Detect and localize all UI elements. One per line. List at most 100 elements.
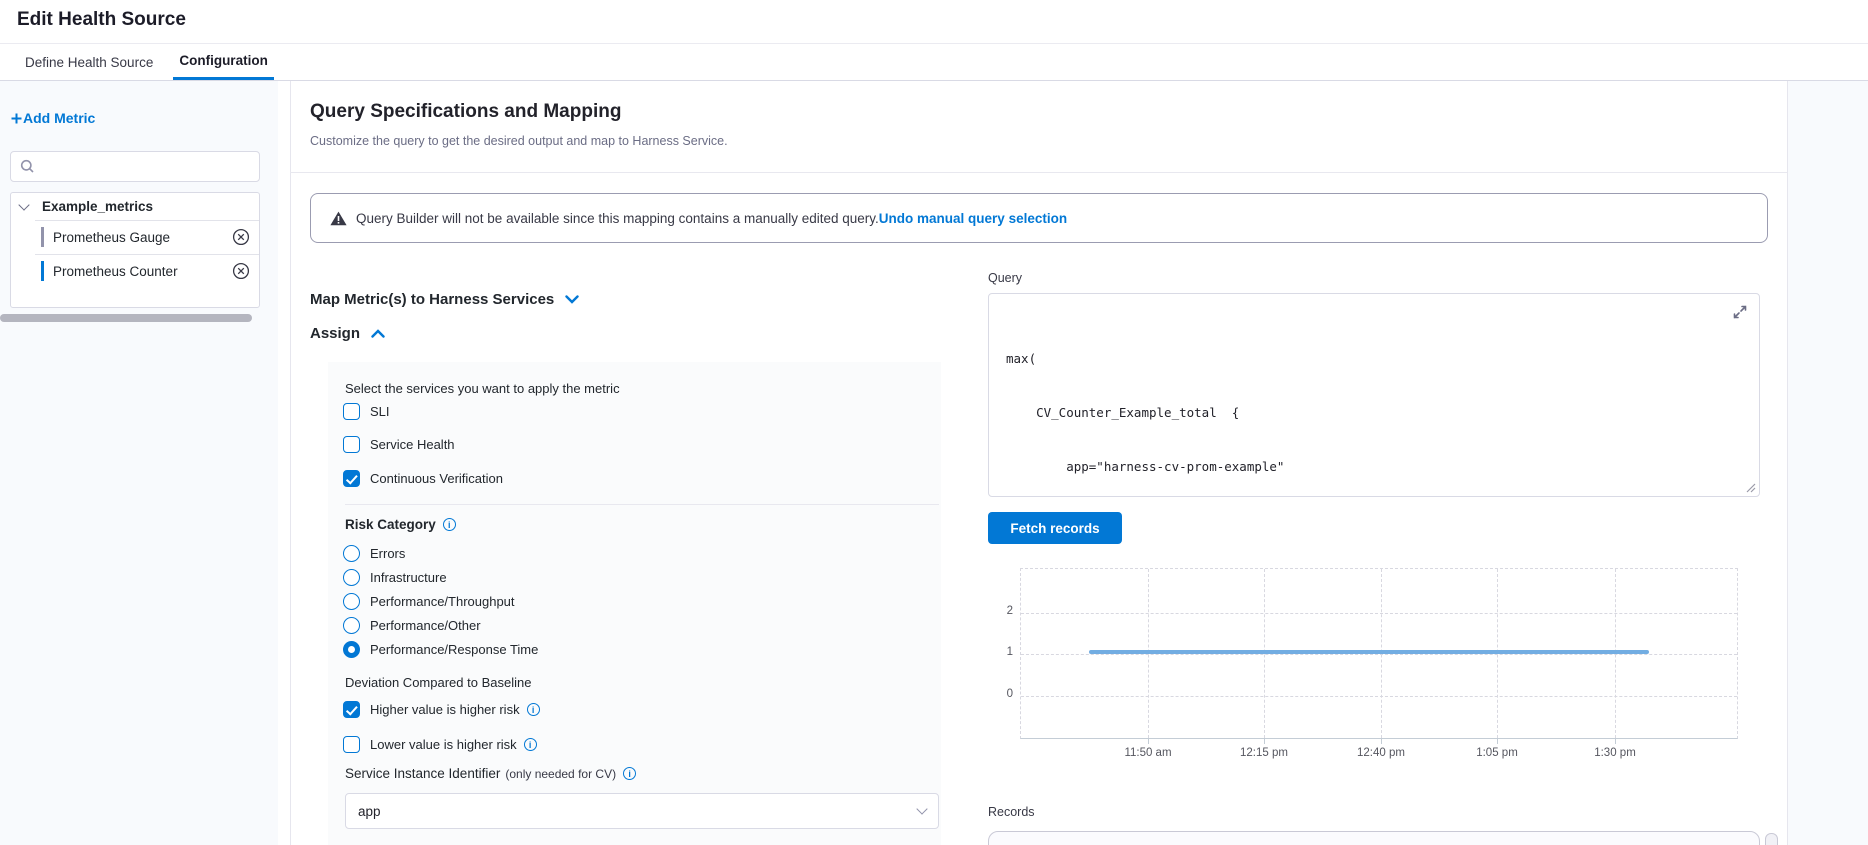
assign-section-header[interactable]: Assign [310, 325, 385, 342]
checkbox-checked-icon [343, 701, 360, 718]
deviation-label: Deviation Compared to Baseline [345, 675, 531, 690]
tab-bar: Define Health Source Configuration [0, 44, 1868, 81]
radio-performance-throughput[interactable]: Performance/Throughput [343, 593, 515, 610]
radio-infrastructure[interactable]: Infrastructure [343, 569, 447, 586]
checkbox-lower-value-higher-risk[interactable]: Lower value is higher risk [343, 736, 537, 753]
service-instance-identifier-header: Service Instance Identifier (only needed… [345, 766, 636, 781]
search-input[interactable] [42, 159, 259, 174]
checkbox-sli[interactable]: SLI [343, 403, 390, 420]
gridline-y2 [1021, 613, 1737, 614]
undo-query-selection-link[interactable]: Undo manual query selection [879, 211, 1067, 226]
radio-icon [343, 593, 360, 610]
checkbox-service-health[interactable]: Service Health [343, 436, 455, 453]
x-tick [1264, 739, 1265, 744]
checkbox-continuous-verification[interactable]: Continuous Verification [343, 470, 503, 487]
records-box [988, 831, 1760, 845]
checkbox-label: Lower value is higher risk [370, 737, 517, 752]
x-tick [1497, 739, 1498, 744]
metric-item-prometheus-gauge[interactable]: Prometheus Gauge [11, 220, 259, 254]
section-subheading: Customize the query to get the desired o… [310, 134, 728, 148]
add-metric-label: Add Metric [23, 110, 95, 126]
fetch-records-button[interactable]: Fetch records [988, 512, 1122, 544]
sidebar-horizontal-scrollbar[interactable] [0, 314, 252, 322]
radio-label: Performance/Throughput [370, 594, 515, 609]
info-icon[interactable] [527, 703, 540, 716]
metric-tree: Example_metrics Prometheus Gauge Prometh… [10, 192, 260, 308]
risk-category-label: Risk Category [345, 517, 436, 532]
service-instance-value: app [358, 804, 918, 819]
metric-group-name: Example_metrics [42, 199, 153, 214]
risk-category-header: Risk Category [345, 517, 456, 532]
chevron-up-icon [371, 329, 385, 338]
x-tick [1615, 739, 1616, 744]
warning-text: Query Builder will not be available sinc… [356, 211, 879, 226]
x-axis-label: 12:40 pm [1345, 747, 1417, 759]
radio-performance-response-time[interactable]: Performance/Response Time [343, 641, 538, 658]
checkbox-icon [343, 403, 360, 420]
chevron-down-icon [565, 295, 579, 304]
panel-divider [345, 504, 939, 505]
title-bar: Edit Health Source [0, 0, 1868, 44]
expand-query-button[interactable] [1732, 304, 1748, 320]
warning-triangle-icon [330, 211, 347, 226]
search-icon [20, 159, 35, 174]
assign-panel: Select the services you want to apply th… [328, 362, 941, 845]
records-label: Records [988, 805, 1035, 819]
edit-health-source-dialog: Edit Health Source Define Health Source … [0, 0, 1868, 845]
checkbox-label: Higher value is higher risk [370, 702, 520, 717]
metric-search [10, 151, 260, 182]
metric-accent-bar [41, 227, 44, 247]
metric-group-row[interactable]: Example_metrics [11, 193, 259, 220]
checkbox-higher-value-higher-risk[interactable]: Higher value is higher risk [343, 701, 540, 718]
metric-item-prometheus-counter[interactable]: Prometheus Counter [11, 254, 259, 288]
y-axis-label: 0 [989, 688, 1013, 700]
info-icon[interactable] [524, 738, 537, 751]
query-code-line: app="harness-cv-prom-example" [1006, 458, 1284, 476]
service-instance-select[interactable]: app [345, 793, 939, 829]
radio-errors[interactable]: Errors [343, 545, 405, 562]
remove-metric-button[interactable] [232, 262, 250, 280]
metric-item-label: Prometheus Counter [53, 264, 232, 279]
gridline-y1 [1021, 654, 1737, 655]
metric-accent-bar [41, 261, 44, 281]
checkbox-checked-icon [343, 470, 360, 487]
info-icon[interactable] [443, 518, 456, 531]
query-editor[interactable]: max( CV_Counter_Example_total { app="har… [988, 293, 1760, 497]
add-metric-button[interactable]: Add Metric [10, 110, 95, 126]
resize-grip-icon [1746, 483, 1756, 493]
x-axis-label: 11:50 am [1112, 747, 1184, 759]
radio-label: Errors [370, 546, 405, 561]
heading-divider [290, 172, 1787, 173]
x-tick [1381, 739, 1382, 744]
x-axis-label: 12:15 pm [1228, 747, 1300, 759]
x-axis-label: 1:05 pm [1461, 747, 1533, 759]
map-metric-section-header[interactable]: Map Metric(s) to Harness Services [310, 291, 579, 308]
radio-icon [343, 569, 360, 586]
radio-label: Performance/Other [370, 618, 481, 633]
service-instance-label: Service Instance Identifier [345, 766, 500, 781]
radio-label: Performance/Response Time [370, 642, 538, 657]
series-line [1089, 650, 1649, 654]
checkbox-icon [343, 436, 360, 453]
assign-label: Assign [310, 325, 360, 342]
resize-handle[interactable] [1746, 483, 1756, 493]
map-metric-label: Map Metric(s) to Harness Services [310, 291, 554, 308]
page-title: Edit Health Source [17, 9, 186, 31]
info-icon[interactable] [623, 767, 636, 780]
remove-metric-button[interactable] [232, 228, 250, 246]
chevron-down-icon [18, 199, 29, 210]
checkbox-icon [343, 736, 360, 753]
query-label: Query [988, 271, 1022, 285]
x-tick [1148, 739, 1149, 744]
query-builder-warning: Query Builder will not be available sinc… [310, 193, 1768, 243]
records-scrollbar[interactable] [1765, 833, 1778, 845]
checkbox-label: Service Health [370, 437, 455, 452]
radio-icon [343, 545, 360, 562]
radio-performance-other[interactable]: Performance/Other [343, 617, 481, 634]
plus-icon [10, 112, 23, 125]
y-axis-label: 2 [989, 605, 1013, 617]
query-code-line: max( [1006, 350, 1284, 368]
tab-configuration[interactable]: Configuration [173, 44, 273, 80]
y-axis-label: 1 [989, 646, 1013, 658]
tab-define-health-source[interactable]: Define Health Source [19, 44, 159, 80]
